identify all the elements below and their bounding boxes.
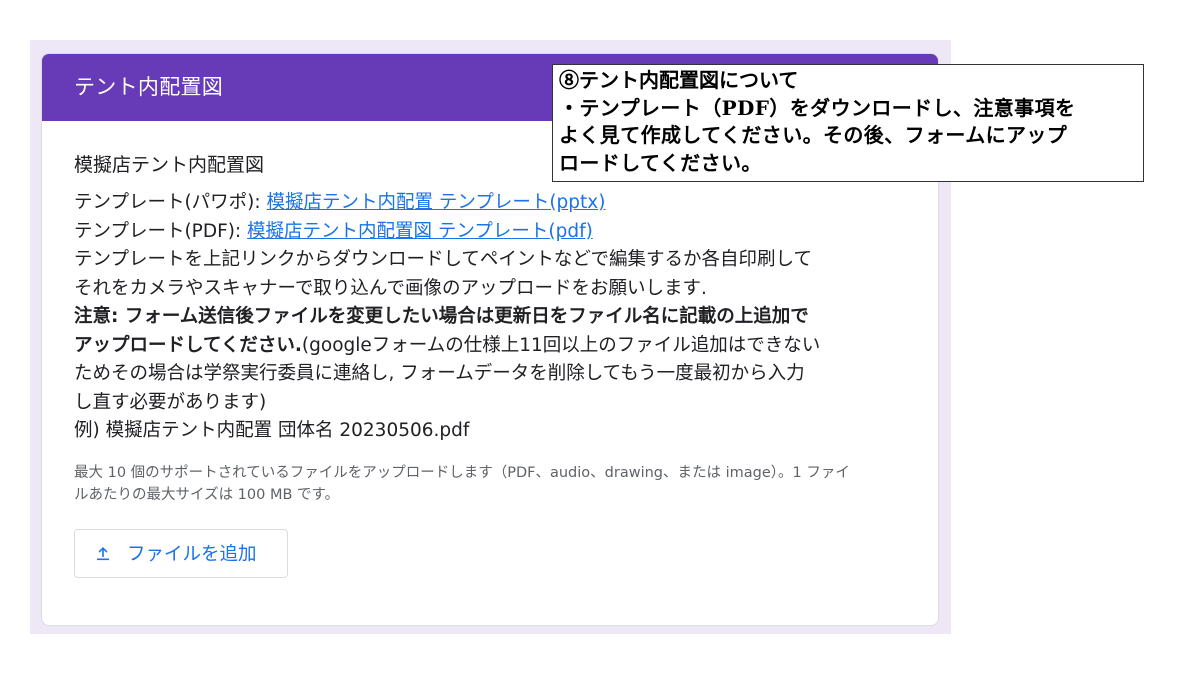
annotation-line-3: ロードしてください。 [559, 150, 762, 175]
annotation-callout: ⑧テント内配置図について ・テンプレート（PDF）をダウンロードし、注意事項を … [552, 64, 1144, 182]
caution-text-2-rest: (googleフォームの仕様上11回以上のファイル追加はできない [301, 334, 821, 356]
caution-text-2-bold: アップロードしてください. [74, 334, 302, 356]
template-pptx-line: テンプレート(パワポ): 模擬店テント内配置 テンプレート(pptx) [74, 189, 906, 218]
instructions-line-1: テンプレートを上記リンクからダウンロードしてペイントなどで編集するか各自印刷して [74, 249, 812, 270]
template-pdf-line: テンプレート(PDF): 模擬店テント内配置図 テンプレート(pdf) [74, 218, 906, 247]
annotation-line-1: ・テンプレート（PDF）をダウンロードし、注意事項を [559, 95, 1076, 120]
instructions-line-2: それをカメラやスキャナーで取り込んで画像のアップロードをお願いします. [74, 277, 707, 299]
template-pdf-link[interactable]: 模擬店テント内配置図 テンプレート(pdf) [247, 221, 593, 242]
caution-text-1: 注意: フォーム送信後ファイルを変更したい場合は更新日をファイル名に記載の上追加… [74, 306, 809, 327]
upload-info: 最大 10 個のサポートされているファイルをアップロードします（PDF、audi… [74, 464, 850, 503]
page: テント内配置図 模擬店テント内配置図 テンプレート(パワポ): 模擬店テント内配… [0, 0, 1200, 675]
card-body: 模擬店テント内配置図 テンプレート(パワポ): 模擬店テント内配置 テンプレート… [42, 121, 938, 578]
section-title: テント内配置図 [74, 75, 224, 99]
question-description: テンプレート(パワポ): 模擬店テント内配置 テンプレート(pptx) テンプレ… [74, 189, 906, 446]
caution-line-1: 注意: フォーム送信後ファイルを変更したい場合は更新日をファイル名に記載の上追加… [74, 303, 906, 332]
template-pptx-prefix: テンプレート(パワポ): [74, 192, 267, 213]
annotation-title: ⑧テント内配置図について [559, 68, 799, 92]
example-filename: 例) 模擬店テント内配置 団体名 20230506.pdf [74, 420, 470, 441]
annotation-line-2: よく見て作成してください。その後、フォームにアップ [559, 123, 1068, 147]
add-file-button[interactable]: ファイルを追加 [74, 528, 288, 578]
template-pptx-link[interactable]: 模擬店テント内配置 テンプレート(pptx) [267, 192, 606, 213]
caution-line-4: し直す必要があります) [74, 391, 267, 413]
upload-icon [93, 543, 113, 563]
template-pdf-prefix: テンプレート(PDF): [74, 220, 248, 242]
caution-line-2: アップロードしてください.(googleフォームの仕様上11回以上のファイル追加… [74, 332, 906, 361]
add-file-label: ファイルを追加 [127, 544, 257, 565]
caution-line-3: ためその場合は学祭実行委員に連絡し, フォームデータを削除してもう一度最初から入… [74, 363, 805, 384]
